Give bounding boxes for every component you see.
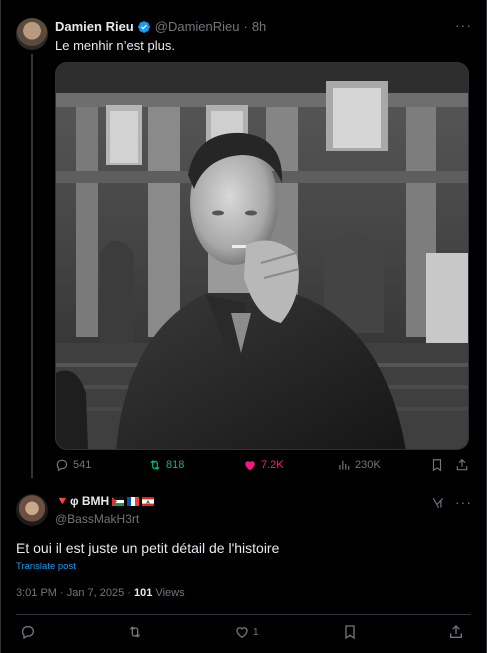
bookmark-icon: [432, 459, 442, 472]
views-count: 101: [134, 587, 153, 599]
reply-text: Et oui il est juste un petit détail de l…: [16, 540, 280, 556]
divider: [16, 614, 471, 615]
reply-timestamp[interactable]: 3:01 PM · Jan 7, 2025 ·: [16, 587, 134, 599]
palestine-flag-icon: [112, 496, 125, 506]
reply-author-name[interactable]: 🔻φ BMH: [55, 494, 109, 508]
author-name[interactable]: Damien Rieu: [55, 19, 134, 34]
retweet-icon: [129, 626, 141, 638]
reply-button[interactable]: 541: [55, 458, 91, 472]
retweet-count: 818: [166, 459, 185, 471]
like-count: 1: [253, 626, 259, 638]
views-label: Views: [155, 587, 185, 599]
tweet-photo[interactable]: [55, 62, 469, 450]
verified-badge-icon: [137, 20, 150, 33]
views-button[interactable]: 230K: [337, 458, 381, 472]
retweet-button[interactable]: 818: [148, 458, 184, 472]
separator-dot: ·: [243, 19, 248, 34]
share-button[interactable]: [455, 458, 473, 472]
heart-icon: [236, 627, 248, 639]
tweet-text: Le menhir n’est plus.: [55, 38, 175, 53]
reply-meta: 3:01 PM · Jan 7, 2025 · 101 Views: [16, 587, 185, 599]
views-icon: [339, 460, 350, 470]
heart-icon: [245, 461, 255, 471]
reply-author-handle[interactable]: @BassMakH3rt: [55, 512, 139, 526]
share-icon: [450, 625, 462, 638]
bookmark-button[interactable]: [342, 624, 361, 640]
photo-image: [56, 63, 468, 449]
tweet-actions: 541 818 7.2K 230K: [55, 458, 469, 476]
timeline-frame: Damien Rieu @DamienRieu · 8h ··· Le menh…: [0, 0, 487, 653]
reply-count: 541: [73, 459, 92, 471]
bookmark-button[interactable]: [430, 458, 448, 472]
reply-button[interactable]: [20, 624, 39, 640]
bookmark-icon: [345, 625, 355, 640]
views-count: 230K: [355, 459, 381, 471]
share-button[interactable]: [448, 624, 467, 640]
share-icon: [456, 458, 468, 471]
more-icon[interactable]: ···: [455, 18, 473, 32]
reply-actions: 1: [16, 624, 471, 644]
reply-icon: [56, 459, 68, 472]
avatar[interactable]: [16, 18, 48, 50]
grok-icon[interactable]: [431, 496, 445, 510]
more-icon[interactable]: ···: [455, 495, 473, 509]
author-handle[interactable]: @DamienRieu: [155, 19, 240, 34]
like-button[interactable]: 1: [234, 624, 259, 640]
translate-post-link[interactable]: Translate post: [16, 561, 76, 572]
tweet-time[interactable]: 8h: [252, 19, 266, 34]
thread-connector-line: [31, 54, 33, 478]
like-count: 7.2K: [261, 459, 284, 471]
author-row: Damien Rieu @DamienRieu · 8h: [55, 19, 266, 34]
reply-icon: [21, 626, 34, 640]
reply-author-row: 🔻φ BMH: [55, 494, 155, 508]
france-flag-icon: [127, 496, 140, 506]
avatar[interactable]: [16, 494, 48, 526]
retweet-icon: [150, 460, 160, 470]
retweet-button[interactable]: [127, 624, 146, 640]
lebanon-flag-icon: [142, 496, 155, 506]
like-button[interactable]: 7.2K: [243, 458, 284, 472]
